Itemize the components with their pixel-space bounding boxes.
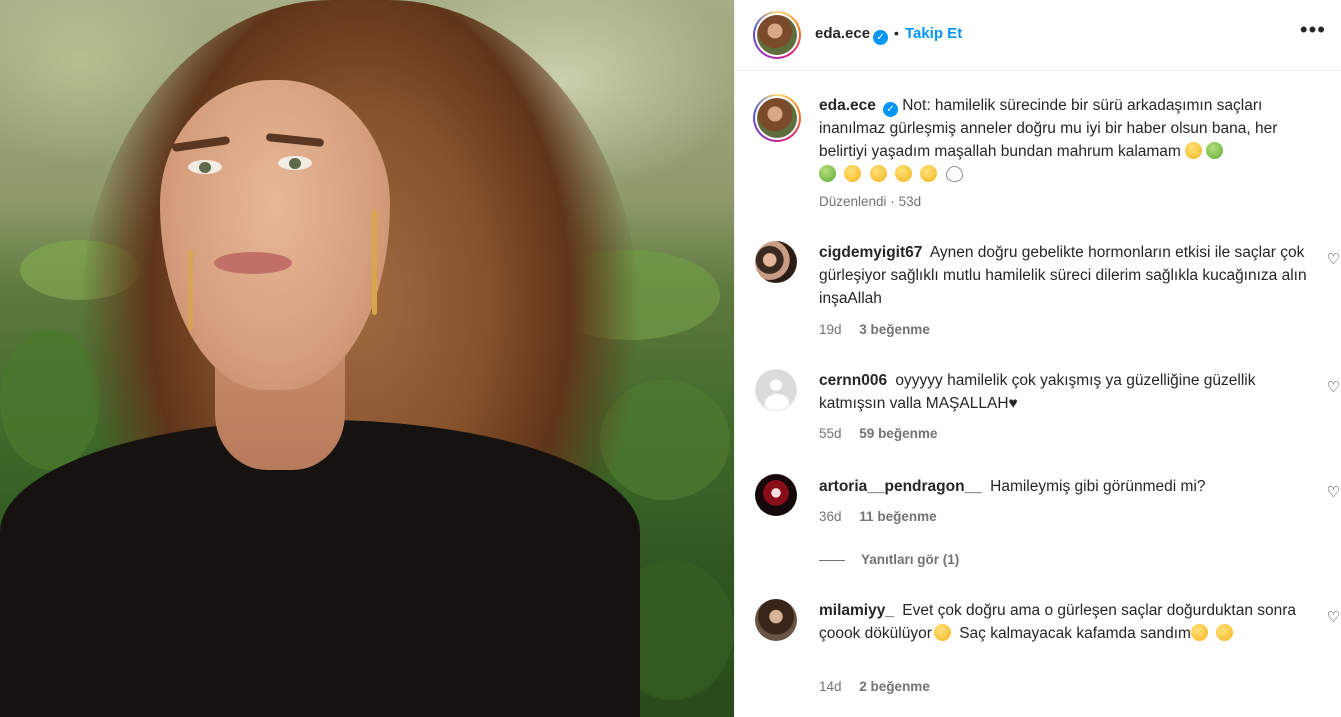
comment-meta: 36d 11 beğenme [819,509,937,524]
comment-text-continued: Saç kalmayacak kafamda sandım [959,625,1191,642]
post-side-panel: eda.ece ✓ • Takip Et ••• eda.ece ✓ Not: hami… [734,0,1341,717]
comment-body: artoria__pendragon__ Hamileymiş gibi gör… [819,475,1309,498]
comment-meta: 14d 2 beğenme [819,679,930,694]
hugging-emoji-icon [920,165,938,182]
lips [214,252,292,274]
comment-age[interactable]: 19d [819,322,842,337]
comment-age[interactable]: 55d [819,426,842,441]
eye [278,156,312,170]
comment-age[interactable]: 14d [819,679,842,694]
eye [188,160,222,174]
comment-body: cigdemyigit67 Aynen doğru gebelikte horm… [819,241,1309,310]
commenter-avatar-placeholder[interactable] [755,369,797,411]
comment-username[interactable]: cernn006 [819,372,887,389]
upside-down-emoji-icon [894,165,912,182]
comment-username[interactable]: artoria__pendragon__ [819,478,982,495]
comment-meta: 19d 3 beğenme [819,322,930,337]
comment-username[interactable]: milamiyy_ [819,602,894,619]
nauseated-emoji-icon [1206,142,1224,159]
post-photo[interactable] [0,0,734,717]
comment-likes[interactable]: 3 beğenme [859,322,930,337]
sweater [0,420,640,717]
caption-username[interactable]: eda.ece [819,97,876,114]
smiling-hearts-emoji-icon [1185,142,1203,159]
author-username[interactable]: eda.ece [815,25,870,42]
comment-body: milamiyy_ Evet çok doğru ama o gürleşen … [819,599,1309,645]
edited-label: Düzenlendi [819,194,887,209]
comment-body: cernn006 oyyyyy hamilelik çok yakışmış y… [819,369,1309,415]
sad-face-emoji-icon [933,624,951,641]
separator-dot: · [890,194,895,209]
header-info: eda.ece ✓ • Takip Et [815,25,962,45]
comment-meta: 55d 59 beğenme [819,426,937,441]
like-heart-icon[interactable]: ♡ [1327,378,1340,396]
caption-meta: Düzenlendi · 53d [819,194,921,209]
sweat-emoji-icon [844,165,862,182]
comment-likes[interactable]: 11 beğenme [859,509,936,524]
separator-dot: • [894,25,899,41]
post-header: eda.ece ✓ • Takip Et ••• [735,0,1341,71]
vomiting-emoji-icon [819,165,836,182]
laughing-tears-emoji-icon [1190,624,1208,641]
follow-button[interactable]: Takip Et [905,25,962,42]
comment-likes[interactable]: 59 beğenme [859,426,937,441]
earring [188,250,193,330]
commenter-avatar[interactable] [755,241,797,283]
comment-username[interactable]: cigdemyigit67 [819,244,922,261]
verified-badge-icon: ✓ [882,102,898,117]
white-heart-emoji-icon [945,166,963,182]
replies-divider-line [819,559,845,561]
caption-author-avatar[interactable] [753,94,801,142]
comment-likes[interactable]: 2 beğenme [859,679,930,694]
view-replies-button[interactable]: Yanıtları gör (1) [819,552,959,567]
more-options-icon[interactable]: ••• [1300,19,1326,41]
earring [372,210,377,315]
like-heart-icon[interactable]: ♡ [1327,250,1340,268]
laughing-tears-emoji-icon [1216,624,1234,641]
like-heart-icon[interactable]: ♡ [1327,483,1340,501]
caption-text-block: eda.ece ✓ Not: hamilelik sürecinde bir sü… [819,94,1309,186]
like-heart-icon[interactable]: ♡ [1327,608,1340,626]
commenter-avatar[interactable] [755,474,797,516]
comment-text: Hamileymiş gibi görünmedi mi? [990,478,1206,495]
commenter-avatar[interactable] [755,599,797,641]
view-replies-label: Yanıtları gör (1) [861,552,960,567]
comment-age[interactable]: 36d [819,509,842,524]
caption-age[interactable]: 53d [899,194,922,209]
verified-badge-icon: ✓ [873,30,889,45]
dizzy-emoji-icon [869,165,887,182]
author-avatar[interactable] [753,11,801,59]
